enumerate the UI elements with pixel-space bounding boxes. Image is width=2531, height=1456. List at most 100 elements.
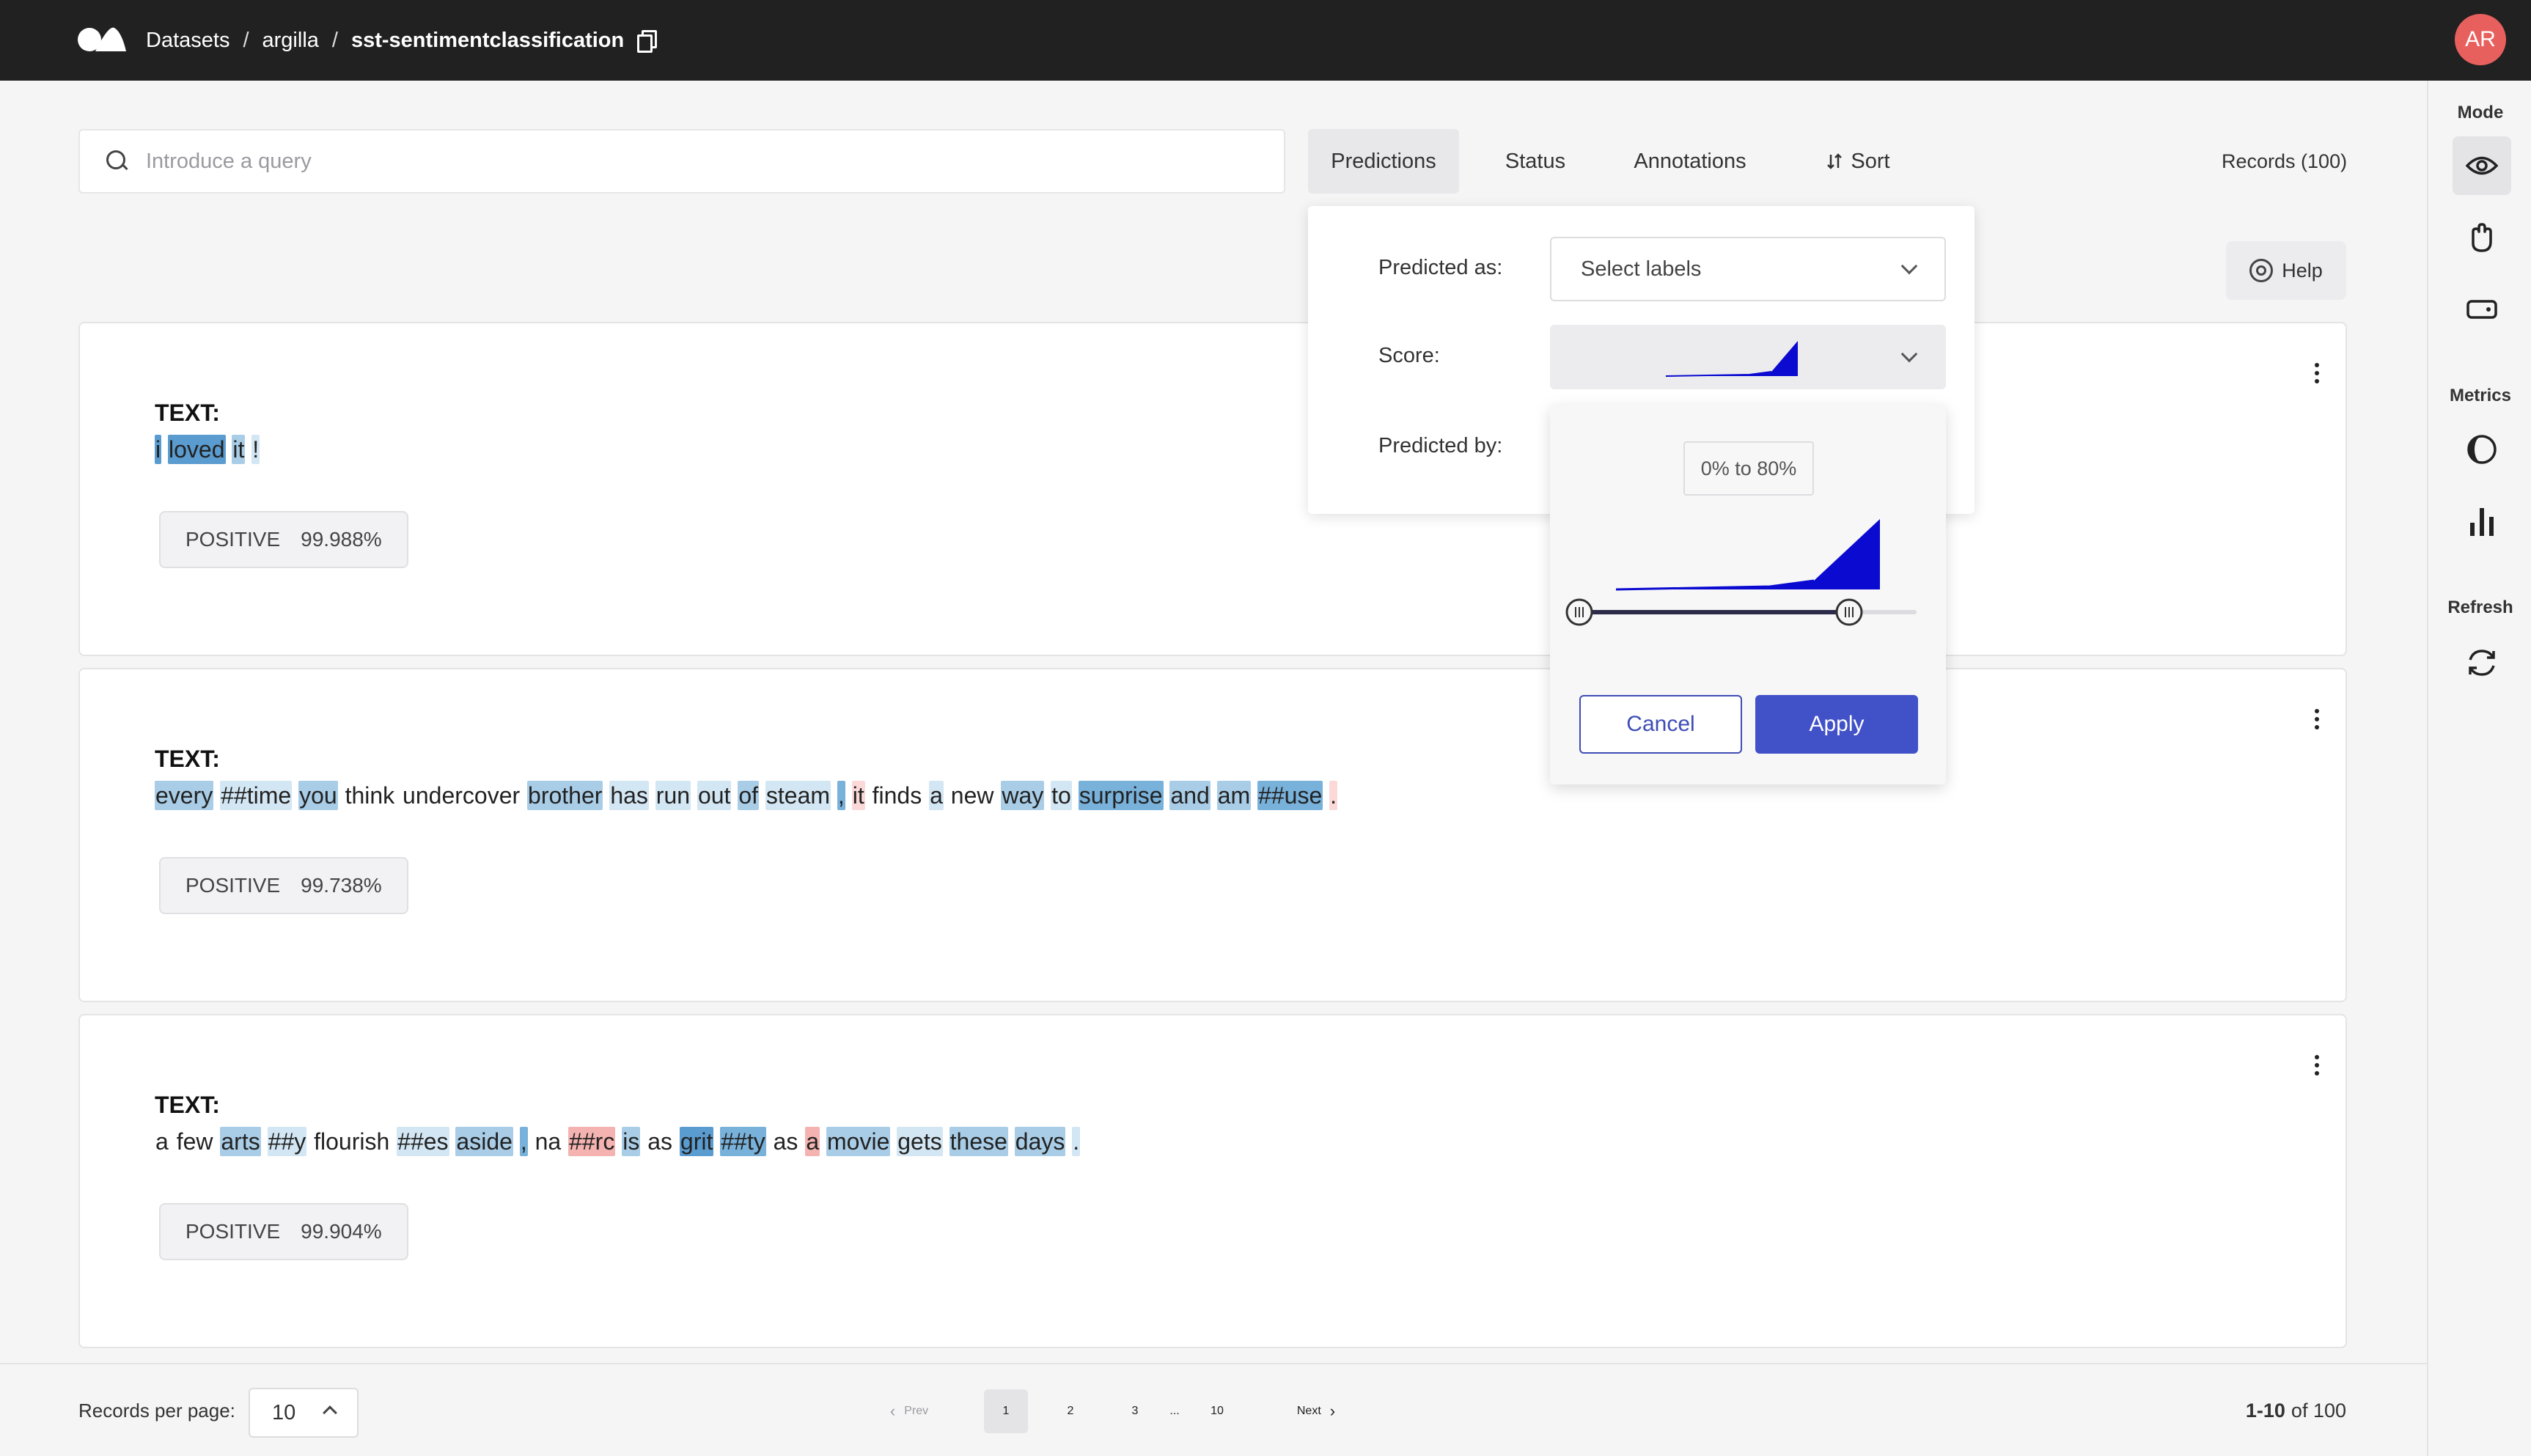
page-button-10[interactable]: 10 bbox=[1195, 1389, 1239, 1433]
chevron-down-icon bbox=[1900, 345, 1918, 363]
help-button[interactable]: Help bbox=[2226, 241, 2346, 300]
token: to bbox=[1051, 781, 1072, 810]
token: steam bbox=[765, 781, 831, 810]
token: gets bbox=[897, 1127, 943, 1156]
token: aside bbox=[455, 1127, 513, 1156]
token: undercover bbox=[403, 782, 521, 809]
token: a bbox=[805, 1127, 820, 1156]
copy-icon[interactable] bbox=[637, 30, 658, 53]
prediction-label: POSITIVE bbox=[185, 528, 281, 551]
hand-icon bbox=[2472, 223, 2492, 252]
score-range-value: 0% to 80% bbox=[1683, 441, 1814, 496]
score-select[interactable] bbox=[1550, 325, 1946, 389]
token: think bbox=[345, 782, 395, 809]
breadcrumb-datasets[interactable]: Datasets bbox=[146, 29, 229, 53]
breadcrumb-workspace[interactable]: argilla bbox=[262, 29, 319, 53]
lifebuoy-icon bbox=[2249, 259, 2274, 282]
slider-range-fill bbox=[1579, 610, 1849, 614]
token: ##use bbox=[1257, 781, 1323, 810]
token: . bbox=[1329, 781, 1338, 810]
records-per-page-value: 10 bbox=[272, 1400, 296, 1424]
token: movie bbox=[826, 1127, 891, 1156]
breadcrumb: Datasets / argilla / sst-sentimentclassi… bbox=[146, 0, 658, 81]
token: as bbox=[773, 1128, 798, 1155]
slider-max-handle[interactable] bbox=[1835, 598, 1863, 626]
pagination-bar: Records per page: 10 ‹ Prev 1 2 3 ... 10… bbox=[0, 1363, 2427, 1456]
token: is bbox=[622, 1127, 641, 1156]
refresh-title: Refresh bbox=[2447, 598, 2513, 617]
predicted-by-label: Predicted by: bbox=[1378, 434, 1503, 457]
progress-metrics-button[interactable] bbox=[2453, 420, 2511, 479]
tag-icon bbox=[2466, 300, 2497, 319]
token: ##es bbox=[397, 1127, 449, 1156]
token: , bbox=[837, 781, 845, 810]
token: am bbox=[1216, 781, 1252, 810]
prediction-label: POSITIVE bbox=[185, 1220, 281, 1243]
prediction-chip: POSITIVE 99.904% bbox=[159, 1203, 408, 1260]
prediction-label: POSITIVE bbox=[185, 874, 281, 897]
record-text: i loved it ! bbox=[155, 433, 260, 466]
token: a bbox=[929, 781, 944, 810]
next-label: Next bbox=[1296, 1405, 1321, 1417]
filter-status[interactable]: Status bbox=[1484, 129, 1587, 194]
score-histogram-mini bbox=[1665, 341, 1798, 377]
slider-min-handle[interactable] bbox=[1565, 598, 1593, 626]
argilla-logo[interactable] bbox=[76, 22, 128, 54]
filter-annotations[interactable]: Annotations bbox=[1613, 129, 1767, 194]
score-range-popover: 0% to 80% Cancel Apply bbox=[1550, 405, 1946, 784]
token: . bbox=[1072, 1127, 1081, 1156]
predicted-as-select[interactable]: Select labels bbox=[1550, 237, 1946, 301]
page-button-3[interactable]: 3 bbox=[1113, 1389, 1157, 1433]
chevron-up-icon bbox=[323, 1405, 337, 1420]
prev-label: Prev bbox=[904, 1405, 929, 1417]
annotate-mode-button[interactable] bbox=[2453, 208, 2511, 267]
search-input[interactable] bbox=[146, 149, 1246, 174]
prev-page-button[interactable]: ‹ Prev bbox=[869, 1389, 949, 1433]
token: days bbox=[1014, 1127, 1066, 1156]
token: new bbox=[950, 782, 994, 809]
token: brother bbox=[527, 781, 603, 810]
token: few bbox=[176, 1128, 213, 1155]
token: a bbox=[155, 1128, 169, 1155]
token: i bbox=[155, 435, 162, 464]
page-button-1[interactable]: 1 bbox=[984, 1389, 1028, 1433]
chevron-left-icon: ‹ bbox=[889, 1402, 896, 1420]
score-range-slider bbox=[1565, 519, 1917, 626]
token: run bbox=[655, 781, 691, 810]
score-label: Score: bbox=[1378, 344, 1440, 367]
bar-chart-icon bbox=[2470, 508, 2494, 536]
apply-button[interactable]: Apply bbox=[1755, 695, 1918, 754]
help-label: Help bbox=[2282, 259, 2323, 282]
record-text-label: TEXT: bbox=[155, 400, 220, 426]
sort-label: Sort bbox=[1851, 149, 1890, 173]
cancel-button[interactable]: Cancel bbox=[1579, 695, 1742, 754]
user-avatar[interactable]: AR bbox=[2455, 14, 2506, 65]
record-menu-icon[interactable] bbox=[2306, 1051, 2328, 1080]
sort-button[interactable]: Sort bbox=[1807, 129, 1909, 194]
prediction-chip: POSITIVE 99.988% bbox=[159, 511, 408, 568]
stats-metrics-button[interactable] bbox=[2453, 492, 2511, 551]
token: na bbox=[535, 1128, 562, 1155]
filter-predictions[interactable]: Predictions bbox=[1308, 129, 1459, 194]
label-mode-button[interactable] bbox=[2453, 280, 2511, 339]
metrics-title: Metrics bbox=[2449, 386, 2512, 405]
records-per-page-select[interactable]: 10 bbox=[249, 1388, 359, 1438]
eye-icon bbox=[2466, 156, 2498, 175]
record-menu-icon[interactable] bbox=[2306, 705, 2328, 734]
token: arts bbox=[220, 1127, 261, 1156]
record-card: TEXT: a few arts ##y flourish ##es aside… bbox=[78, 1014, 2347, 1348]
refresh-button[interactable] bbox=[2453, 633, 2511, 692]
next-page-button[interactable]: Next › bbox=[1276, 1389, 1356, 1433]
record-card: TEXT: every ##time you think undercover … bbox=[78, 668, 2347, 1002]
page-button-2[interactable]: 2 bbox=[1048, 1389, 1092, 1433]
record-menu-icon[interactable] bbox=[2306, 359, 2328, 388]
token: ! bbox=[251, 435, 260, 464]
prediction-score: 99.904% bbox=[301, 1220, 382, 1243]
results-range: 1-10 of 100 bbox=[2200, 1364, 2346, 1456]
predicted-as-label: Predicted as: bbox=[1378, 256, 1503, 279]
record-card: TEXT: i loved it ! POSITIVE 99.988% bbox=[78, 322, 2347, 656]
search-bar[interactable] bbox=[78, 129, 1285, 194]
predicted-as-placeholder: Select labels bbox=[1581, 257, 1702, 281]
explore-mode-button[interactable] bbox=[2453, 136, 2511, 195]
prediction-chip: POSITIVE 99.738% bbox=[159, 857, 408, 914]
